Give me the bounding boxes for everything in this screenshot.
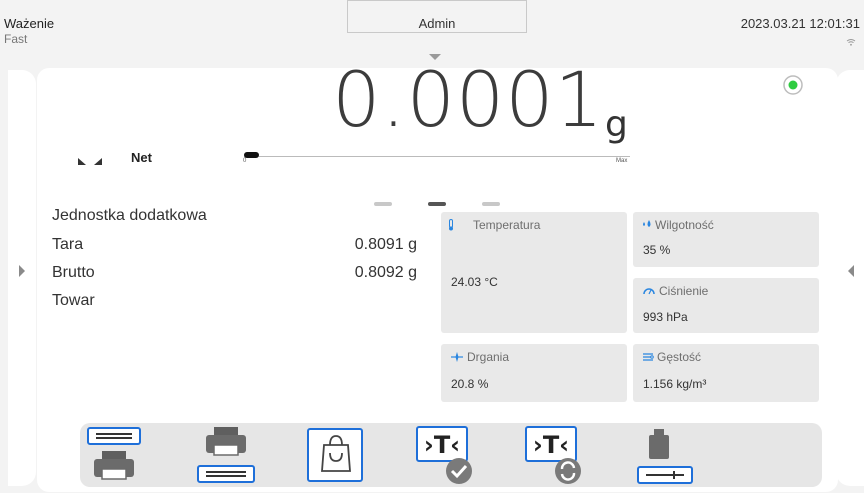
stability-indicator-icon bbox=[783, 75, 803, 95]
product-button[interactable] bbox=[304, 423, 368, 487]
status-bar: Ważenie Fast Admin 2023.03.21 12:01:31 bbox=[0, 0, 864, 60]
bargraph-track bbox=[244, 156, 630, 157]
humidity-tile: Wilgotność 35 % bbox=[633, 212, 819, 267]
density-label: Gęstość bbox=[657, 350, 702, 364]
footer-print-icon bbox=[197, 427, 255, 483]
vibration-value: 20.8 % bbox=[451, 377, 489, 391]
temperature-value: 24.03 °C bbox=[451, 275, 498, 289]
pressure-value: 993 hPa bbox=[643, 310, 688, 324]
header-print-icon bbox=[87, 427, 141, 480]
temperature-tile: Temperatura 24.03 °C bbox=[441, 212, 627, 333]
pressure-tile: Ciśnienie 993 hPa bbox=[633, 278, 819, 333]
weight-unit[interactable]: g bbox=[605, 104, 628, 145]
weight-adjust-icon bbox=[637, 429, 693, 484]
header-print-button[interactable] bbox=[82, 423, 146, 487]
svg-text:›T‹: ›T‹ bbox=[533, 431, 569, 459]
humidity-value: 35 % bbox=[643, 243, 671, 257]
tare-reset-button[interactable]: ›T‹ bbox=[522, 423, 586, 487]
page-dot-3[interactable] bbox=[482, 202, 500, 206]
wifi-icon bbox=[846, 39, 856, 46]
page-dot-1[interactable] bbox=[374, 202, 392, 206]
left-side-panel[interactable] bbox=[8, 70, 36, 486]
info-label-gross: Brutto bbox=[52, 264, 95, 281]
weighing-mode-icon bbox=[78, 158, 102, 165]
tare-refresh-icon: ›T‹ bbox=[525, 426, 581, 484]
right-side-panel[interactable] bbox=[836, 70, 864, 486]
density-icon bbox=[643, 353, 654, 361]
bargraph-max-label: Max bbox=[616, 158, 628, 164]
info-label-product: Towar bbox=[52, 292, 95, 309]
vibration-icon bbox=[451, 352, 463, 362]
shopping-bag-icon bbox=[307, 428, 363, 482]
arrow-left-icon[interactable] bbox=[848, 265, 854, 277]
vibration-tile: Drgania 20.8 % bbox=[441, 344, 627, 402]
weight-value: 0.0001 bbox=[332, 55, 604, 144]
density-value: 1.156 kg/m³ bbox=[643, 377, 707, 391]
footer-print-button[interactable] bbox=[194, 423, 258, 487]
weight-adjust-button[interactable] bbox=[634, 423, 698, 487]
vibration-label: Drgania bbox=[467, 350, 510, 364]
net-label: Net bbox=[131, 150, 152, 165]
user-name[interactable]: Admin bbox=[347, 16, 527, 31]
humidity-drops-icon bbox=[643, 220, 651, 227]
svg-text:›T‹: ›T‹ bbox=[424, 431, 460, 459]
tare-check-icon: ›T‹ bbox=[416, 426, 472, 484]
mode-title[interactable]: Ważenie bbox=[4, 16, 54, 31]
info-value-tare: 0.8091 g bbox=[354, 236, 417, 253]
temperature-label: Temperatura bbox=[473, 218, 541, 232]
tare-confirm-button[interactable]: ›T‹ bbox=[413, 423, 477, 487]
pressure-gauge-icon bbox=[643, 288, 655, 295]
info-value-gross: 0.8092 g bbox=[354, 264, 417, 281]
bargraph bbox=[244, 148, 630, 160]
datetime: 2023.03.21 12:01:31 bbox=[740, 16, 860, 31]
humidity-label: Wilgotność bbox=[655, 218, 714, 232]
bargraph-min-label: 0 bbox=[243, 158, 247, 164]
mode-subtitle: Fast bbox=[4, 32, 28, 46]
density-tile: Gęstość 1.156 kg/m³ bbox=[633, 344, 819, 402]
info-label-tare: Tara bbox=[52, 236, 84, 253]
info-label-additional-unit: Jednostka dodatkowa bbox=[52, 207, 207, 224]
page-dot-2[interactable] bbox=[428, 202, 446, 206]
pressure-label: Ciśnienie bbox=[659, 284, 709, 298]
thermometer-icon bbox=[449, 219, 453, 231]
arrow-right-icon[interactable] bbox=[19, 265, 25, 277]
